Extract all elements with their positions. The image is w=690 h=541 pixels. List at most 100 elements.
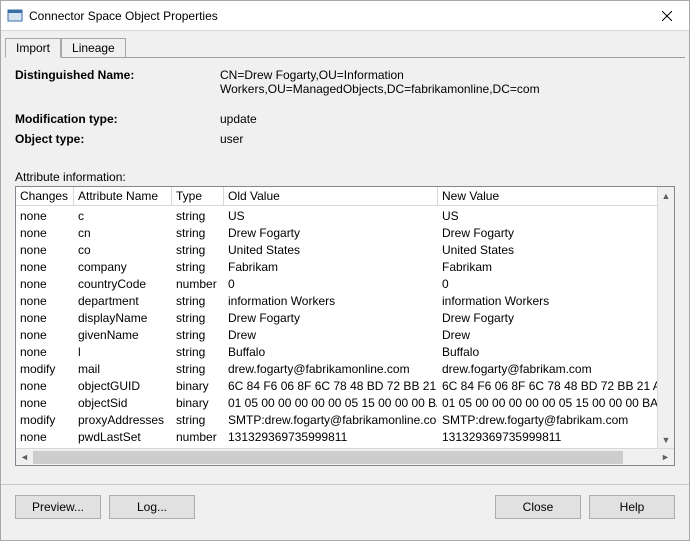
- cell: objectGUID: [74, 377, 172, 394]
- col-attribute[interactable]: Attribute Name: [74, 187, 172, 206]
- table-row[interactable]: nonecnstringDrew FogartyDrew Fogarty: [16, 224, 657, 241]
- cell: proxyAddresses: [74, 411, 172, 428]
- cell: string: [172, 292, 224, 309]
- scroll-left-icon[interactable]: ◄: [16, 449, 33, 466]
- objtype-label: Object type:: [15, 132, 220, 146]
- scroll-up-icon[interactable]: ▲: [658, 187, 675, 204]
- objtype-value: user: [220, 132, 675, 146]
- cell: number: [172, 428, 224, 445]
- cell: none: [16, 241, 74, 258]
- titlebar: Connector Space Object Properties: [1, 1, 689, 31]
- tab-lineage[interactable]: Lineage: [61, 38, 126, 57]
- hscroll-thumb[interactable]: [33, 451, 623, 464]
- cell: string: [172, 258, 224, 275]
- tab-strip: Import Lineage: [1, 35, 689, 57]
- cell: 01 05 00 00 00 00 00 05 15 00 00 00 BA .…: [224, 394, 438, 411]
- cell: US: [224, 207, 438, 224]
- attribute-info-label: Attribute information:: [1, 170, 689, 186]
- modtype-row: Modification type: update: [15, 112, 675, 126]
- scroll-right-icon[interactable]: ►: [657, 449, 674, 466]
- attribute-grid: Changes Attribute Name Type Old Value Ne…: [15, 186, 675, 466]
- cell: none: [16, 224, 74, 241]
- grid-header: Changes Attribute Name Type Old Value Ne…: [16, 187, 657, 207]
- form-area: Distinguished Name: CN=Drew Fogarty,OU=I…: [1, 58, 689, 152]
- cell: 0: [438, 275, 657, 292]
- cell: pwdLastSet: [74, 428, 172, 445]
- cell: 0: [224, 275, 438, 292]
- cell: US: [438, 207, 657, 224]
- cell: department: [74, 292, 172, 309]
- cell: Drew Fogarty: [438, 309, 657, 326]
- table-row[interactable]: nonedepartmentstringinformation Workersi…: [16, 292, 657, 309]
- scroll-down-icon[interactable]: ▼: [658, 431, 675, 448]
- cell: string: [172, 326, 224, 343]
- horizontal-scrollbar[interactable]: ◄ ►: [16, 448, 674, 465]
- modtype-label: Modification type:: [15, 112, 220, 126]
- table-row[interactable]: noneobjectGUIDbinary6C 84 F6 06 8F 6C 78…: [16, 377, 657, 394]
- cell: l: [74, 343, 172, 360]
- table-row[interactable]: nonepwdLastSetnumber13132936973599981113…: [16, 428, 657, 445]
- col-new-value[interactable]: New Value: [438, 187, 657, 206]
- cell: cn: [74, 224, 172, 241]
- hscroll-track[interactable]: [33, 449, 657, 466]
- table-row[interactable]: modifymailstringdrew.fogarty@fabrikamonl…: [16, 360, 657, 377]
- grid-body[interactable]: nonecstringUSUSnonecnstringDrew FogartyD…: [16, 207, 657, 448]
- table-row[interactable]: nonecountryCodenumber00: [16, 275, 657, 292]
- client-area: Import Lineage Distinguished Name: CN=Dr…: [1, 31, 689, 540]
- cell: 01 05 00 00 00 00 00 05 15 00 00 00 BA: [438, 394, 657, 411]
- table-row[interactable]: nonecstringUSUS: [16, 207, 657, 224]
- cell: Fabrikam: [438, 258, 657, 275]
- dn-value: CN=Drew Fogarty,OU=Information Workers,O…: [220, 68, 675, 96]
- cell: binary: [172, 377, 224, 394]
- window-title: Connector Space Object Properties: [29, 9, 644, 23]
- cell: none: [16, 394, 74, 411]
- close-button[interactable]: Close: [495, 495, 581, 519]
- close-icon: [662, 11, 672, 21]
- help-button[interactable]: Help: [589, 495, 675, 519]
- table-row[interactable]: nonecostringUnited StatesUnited States: [16, 241, 657, 258]
- dn-label: Distinguished Name:: [15, 68, 220, 96]
- close-window-button[interactable]: [644, 1, 689, 31]
- app-icon: [7, 8, 23, 24]
- tab-import[interactable]: Import: [5, 38, 61, 58]
- cell: Drew Fogarty: [224, 309, 438, 326]
- cell: company: [74, 258, 172, 275]
- cell: none: [16, 258, 74, 275]
- table-row[interactable]: nonecompanystringFabrikamFabrikam: [16, 258, 657, 275]
- modtype-value: update: [220, 112, 675, 126]
- cell: none: [16, 309, 74, 326]
- col-changes[interactable]: Changes: [16, 187, 74, 206]
- preview-button[interactable]: Preview...: [15, 495, 101, 519]
- log-button[interactable]: Log...: [109, 495, 195, 519]
- cell: modify: [16, 411, 74, 428]
- cell: binary: [172, 394, 224, 411]
- col-type[interactable]: Type: [172, 187, 224, 206]
- cell: none: [16, 275, 74, 292]
- cell: drew.fogarty@fabrikamonline.com: [224, 360, 438, 377]
- col-old-value[interactable]: Old Value: [224, 187, 438, 206]
- cell: United States: [438, 241, 657, 258]
- cell: co: [74, 241, 172, 258]
- dialog-window: Connector Space Object Properties Import…: [0, 0, 690, 541]
- cell: Drew Fogarty: [438, 224, 657, 241]
- table-row[interactable]: nonegivenNamestringDrewDrew: [16, 326, 657, 343]
- cell: Drew Fogarty: [224, 224, 438, 241]
- table-row[interactable]: nonelstringBuffaloBuffalo: [16, 343, 657, 360]
- cell: Drew: [224, 326, 438, 343]
- button-bar: Preview... Log... Close Help: [1, 484, 689, 531]
- cell: string: [172, 343, 224, 360]
- vertical-scrollbar[interactable]: ▲ ▼: [657, 187, 674, 448]
- table-row[interactable]: noneobjectSidbinary01 05 00 00 00 00 00 …: [16, 394, 657, 411]
- cell: countryCode: [74, 275, 172, 292]
- table-row[interactable]: modifyproxyAddressesstringSMTP:drew.foga…: [16, 411, 657, 428]
- cell: modify: [16, 360, 74, 377]
- cell: none: [16, 377, 74, 394]
- cell: 131329369735999811: [224, 428, 438, 445]
- cell: information Workers: [438, 292, 657, 309]
- table-row[interactable]: nonedisplayNamestringDrew FogartyDrew Fo…: [16, 309, 657, 326]
- cell: SMTP:drew.fogarty@fabrikam.com: [438, 411, 657, 428]
- cell: none: [16, 428, 74, 445]
- cell: string: [172, 224, 224, 241]
- cell: information Workers: [224, 292, 438, 309]
- cell: none: [16, 292, 74, 309]
